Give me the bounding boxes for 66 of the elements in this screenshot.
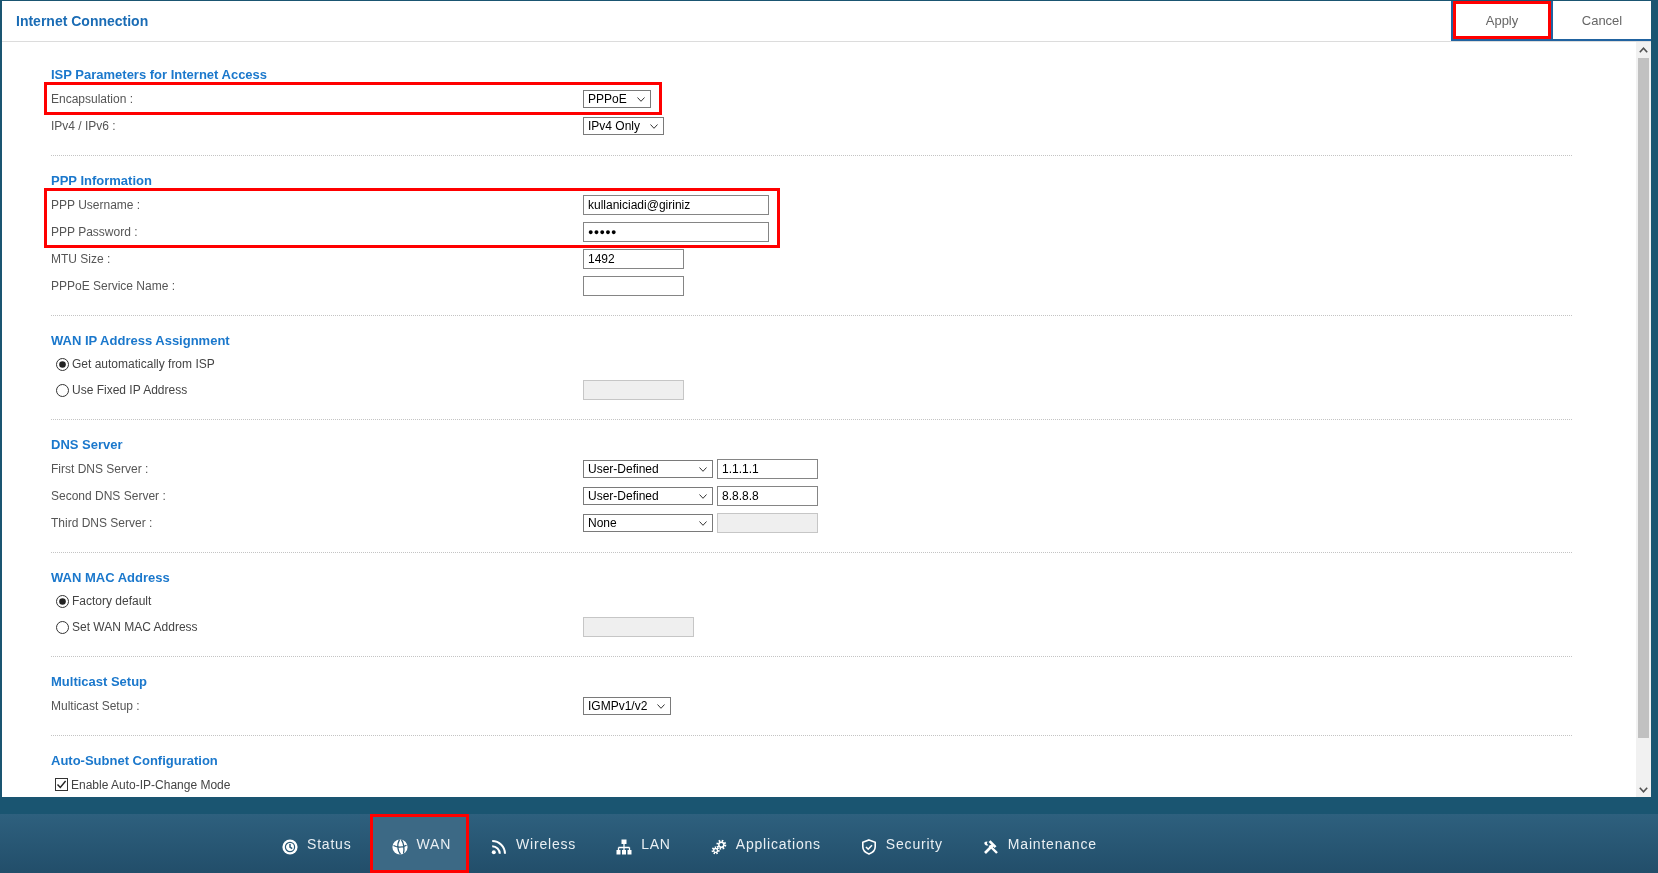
dropdown[interactable]: User-Defined xyxy=(583,459,713,478)
option-label: Set WAN MAC Address xyxy=(72,620,198,634)
checkbox[interactable] xyxy=(55,778,68,791)
cancel-button[interactable]: Cancel xyxy=(1551,1,1651,41)
field-label: MTU Size : xyxy=(51,251,111,266)
scrollbar[interactable] xyxy=(1636,42,1651,797)
text-field[interactable]: 1492 xyxy=(583,248,684,269)
chevron-down-icon xyxy=(699,521,707,526)
radio-button[interactable] xyxy=(56,620,69,634)
text-field[interactable]: 1.1.1.1 xyxy=(717,458,818,479)
gears-icon xyxy=(710,838,727,855)
dropdown[interactable]: IGMPv1/v2 xyxy=(583,696,672,715)
field-label: Multicast Setup : xyxy=(51,698,140,713)
network-icon xyxy=(616,838,633,855)
field-label: First DNS Server : xyxy=(51,461,149,476)
nav-tab[interactable]: Maintenance xyxy=(960,814,1115,873)
dropdown[interactable]: PPPoE xyxy=(583,89,651,108)
shield-check-icon xyxy=(860,838,877,855)
option-label: Enable Auto-IP-Change Mode xyxy=(71,777,231,792)
gauge-icon xyxy=(282,838,298,855)
password-field[interactable]: ●●●●● xyxy=(583,221,769,242)
text-field[interactable] xyxy=(583,275,684,296)
option-label: Use Fixed IP Address xyxy=(72,383,188,397)
nav-tab[interactable]: Applications xyxy=(688,814,839,873)
dropdown[interactable]: IPv4 Only xyxy=(583,116,665,135)
field-label: Encapsulation : xyxy=(51,91,134,106)
page-title: Internet Connection xyxy=(16,13,149,29)
dropdown[interactable]: None xyxy=(583,513,713,532)
nav-tab[interactable]: LAN xyxy=(594,814,689,873)
option-label: Get automatically from ISP xyxy=(72,357,215,371)
chevron-down-icon xyxy=(699,494,707,499)
nav-tab[interactable]: Wireless xyxy=(469,814,595,873)
field-label: IPv4 / IPv6 : xyxy=(51,118,116,133)
chevron-down-icon xyxy=(657,704,666,709)
chevron-down-icon xyxy=(636,97,645,102)
field-label: Third DNS Server : xyxy=(51,515,153,530)
arrow-down-icon[interactable] xyxy=(1639,786,1648,793)
text-field[interactable]: kullaniciadi@giriniz xyxy=(583,194,769,215)
section-title: Multicast Setup xyxy=(51,673,149,691)
text-field[interactable]: 8.8.8.8 xyxy=(717,485,818,506)
chevron-down-icon xyxy=(699,467,707,472)
section-title: WAN MAC Address xyxy=(51,569,171,587)
radio-button[interactable] xyxy=(56,357,69,371)
arrow-up-icon[interactable] xyxy=(1639,46,1648,53)
chevron-down-icon xyxy=(650,124,659,129)
field-label: PPPoE Service Name : xyxy=(51,278,176,293)
section-title: Auto-Subnet Configuration xyxy=(51,752,219,770)
section-title: WAN IP Address Assignment xyxy=(51,332,231,350)
scrollbar-thumb[interactable] xyxy=(1638,58,1649,739)
radio-button[interactable] xyxy=(56,383,69,397)
wifi-icon xyxy=(491,838,508,855)
nav-tab[interactable]: Security xyxy=(838,814,961,873)
option-label: Factory default xyxy=(72,594,152,608)
field-label: Second DNS Server : xyxy=(51,488,166,503)
nav-tab[interactable]: Status xyxy=(260,814,370,873)
globe-icon xyxy=(391,838,408,855)
tools-icon xyxy=(982,838,999,855)
section-title: DNS Server xyxy=(51,436,124,454)
field-label: PPP Password : xyxy=(51,224,138,239)
apply-button[interactable]: Apply xyxy=(1451,1,1551,41)
nav-tab[interactable]: WAN xyxy=(369,814,470,873)
radio-button[interactable] xyxy=(56,594,69,608)
section-title: ISP Parameters for Internet Access xyxy=(51,66,269,84)
field-label: PPP Username : xyxy=(51,197,141,212)
dropdown[interactable]: User-Defined xyxy=(583,486,713,505)
section-title: PPP Information xyxy=(51,172,153,190)
